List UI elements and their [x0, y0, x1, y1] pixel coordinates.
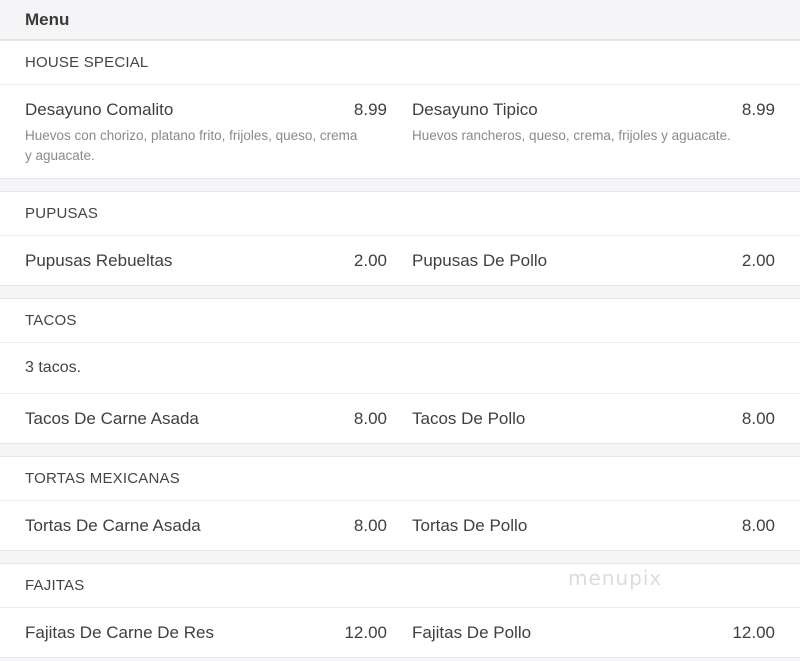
item-name: Fajitas De Pollo: [412, 622, 532, 642]
menu-item[interactable]: Tacos De Pollo 8.00: [412, 409, 775, 429]
item-name: Tortas De Carne Asada: [25, 515, 201, 535]
section-title: FAJITAS: [0, 564, 800, 608]
item-price: 12.00: [732, 622, 775, 642]
item-price: 12.00: [344, 622, 387, 642]
watermark: menupix: [568, 566, 663, 590]
menu-row: Pupusas Rebueltas 2.00 Pupusas De Pollo …: [0, 236, 800, 285]
menu-item[interactable]: Pupusas Rebueltas 2.00: [25, 251, 387, 271]
item-price: 8.99: [353, 100, 387, 119]
page-title: Menu: [25, 9, 70, 29]
menu-item[interactable]: Desayuno Comalito 8.99 Huevos con choriz…: [25, 100, 387, 166]
item-price: 8.00: [353, 515, 387, 535]
item-price: 2.00: [741, 250, 775, 270]
section-fajitas: FAJITAS Fajitas De Carne De Res 12.00 Fa…: [0, 563, 800, 658]
menu-item[interactable]: Pupusas De Pollo 2.00: [412, 251, 775, 271]
item-name: Desayuno Comalito: [25, 100, 174, 119]
menu-item[interactable]: Fajitas De Pollo 12.00: [412, 623, 775, 643]
item-price: 8.00: [353, 408, 387, 428]
item-name: Tortas De Pollo: [412, 515, 528, 535]
section-house-special: HOUSE SPECIAL Desayuno Comalito 8.99 Hue…: [0, 40, 800, 179]
item-price: 8.99: [741, 100, 775, 119]
section-pupusas: PUPUSAS Pupusas Rebueltas 2.00 Pupusas D…: [0, 191, 800, 286]
item-name: Pupusas Rebueltas: [25, 250, 173, 270]
item-price: 8.00: [741, 408, 775, 428]
item-name: Tacos De Carne Asada: [25, 408, 199, 428]
item-name: Tacos De Pollo: [412, 408, 526, 428]
section-tacos: TACOS 3 tacos. Tacos De Carne Asada 8.00…: [0, 298, 800, 444]
item-price: 8.00: [741, 515, 775, 535]
item-description: Huevos con chorizo, platano frito, frijo…: [25, 128, 358, 163]
section-title: TACOS: [0, 299, 800, 343]
item-price: 2.00: [353, 250, 387, 270]
menu-row: Fajitas De Carne De Res 12.00 Fajitas De…: [0, 608, 800, 657]
menu-header: Menu: [0, 0, 800, 40]
menu-row: Tortas De Carne Asada 8.00 Tortas De Pol…: [0, 501, 800, 550]
section-title: TORTAS MEXICANAS: [0, 457, 800, 501]
section-note: 3 tacos.: [0, 343, 800, 394]
menu-item[interactable]: Tacos De Carne Asada 8.00: [25, 409, 387, 429]
section-title: HOUSE SPECIAL: [0, 41, 800, 85]
menu-row: Tacos De Carne Asada 8.00 Tacos De Pollo…: [0, 394, 800, 443]
menu-item[interactable]: Fajitas De Carne De Res 12.00: [25, 623, 387, 643]
menu-item[interactable]: Tortas De Carne Asada 8.00: [25, 516, 387, 536]
item-name: Desayuno Tipico: [412, 100, 538, 119]
item-description: Huevos rancheros, queso, crema, frijoles…: [412, 128, 731, 143]
menu-row: Desayuno Comalito 8.99 Huevos con choriz…: [0, 85, 800, 178]
section-title: PUPUSAS: [0, 192, 800, 236]
item-name: Pupusas De Pollo: [412, 250, 548, 270]
menu-item[interactable]: Desayuno Tipico 8.99 Huevos rancheros, q…: [412, 100, 775, 146]
menu-item[interactable]: Tortas De Pollo 8.00: [412, 516, 775, 536]
section-tortas-mexicanas: TORTAS MEXICANAS Tortas De Carne Asada 8…: [0, 456, 800, 551]
item-name: Fajitas De Carne De Res: [25, 622, 214, 642]
